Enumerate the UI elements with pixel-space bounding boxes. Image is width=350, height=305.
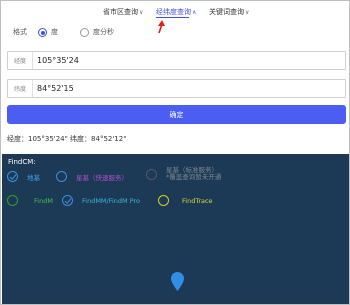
latitude-field: 纬度: [7, 79, 346, 98]
option-ground-based[interactable]: 地基: [7, 171, 40, 182]
tab-keyword-query-label: 关键词查询: [209, 8, 244, 16]
longitude-label: 经度: [8, 52, 33, 69]
longitude-field: 经度: [7, 51, 346, 70]
tab-coordinate-query[interactable]: 经纬度查询 ∧: [156, 7, 196, 17]
confirm-button[interactable]: 确定: [7, 105, 346, 124]
findcm-title: FindCM:: [8, 158, 36, 166]
app-frame: 省市区查询 ∨ 经纬度查询 ∧ 关键词查询 ∨ 格式 度 度分秒 经度 纬度 确…: [0, 0, 350, 305]
option-satellite-standard-line2: *覆盖查询暂未开通: [166, 173, 222, 181]
option-findtrace[interactable]: FindTrace: [158, 195, 213, 206]
tab-coordinate-query-label: 经纬度查询: [156, 8, 191, 16]
tab-region-query-label: 省市区查询: [103, 8, 138, 16]
annotation-arrow-icon: [158, 20, 165, 34]
option-ground-based-label: 地基: [27, 173, 40, 182]
option-findm[interactable]: FindM: [7, 195, 53, 206]
option-satellite-fast[interactable]: 星基（快速服务）: [56, 171, 128, 182]
option-satellite-fast-label: 星基（快速服务）: [76, 173, 128, 182]
map-pin-icon[interactable]: [171, 272, 184, 291]
option-findtrace-label: FindTrace: [182, 196, 213, 205]
tab-region-query[interactable]: 省市区查询 ∨: [103, 7, 143, 17]
chevron-up-icon: ∧: [192, 8, 197, 16]
latitude-label: 纬度: [8, 80, 33, 97]
checkbox-findtrace[interactable]: [158, 195, 169, 206]
chevron-down-icon: ∨: [245, 8, 250, 16]
option-findmm[interactable]: FindMM/FindM Pro: [62, 195, 140, 206]
option-findm-label: FindM: [34, 196, 53, 205]
checkbox-satellite-standard: [146, 168, 157, 180]
tab-keyword-query[interactable]: 关键词查询 ∨: [209, 7, 249, 17]
coverage-map[interactable]: FindCM: 地基 星基（快速服务） 星基（标准服务） *覆盖查询暂未开通 F…: [2, 154, 349, 304]
option-findmm-label: FindMM/FindM Pro: [82, 196, 141, 205]
checkmark-icon: [9, 173, 16, 180]
tab-bar: 省市区查询 ∨ 经纬度查询 ∧ 关键词查询 ∨: [1, 7, 349, 21]
format-degree-label: 度: [51, 28, 58, 36]
checkbox-findm[interactable]: [7, 195, 18, 206]
chevron-down-icon: ∨: [139, 8, 144, 16]
format-label: 格式: [13, 28, 27, 36]
option-satellite-standard: 星基（标准服务） *覆盖查询暂未开通: [146, 167, 221, 181]
latitude-input[interactable]: [37, 81, 337, 96]
format-degree-radio[interactable]: [38, 27, 47, 37]
result-text: 经度：105°35'24" 纬度：84°52'12": [7, 135, 127, 143]
longitude-input[interactable]: [37, 53, 337, 68]
checkbox-findmm[interactable]: [62, 195, 73, 206]
checkbox-satellite-fast[interactable]: [56, 171, 67, 182]
option-satellite-standard-label: 星基（标准服务） *覆盖查询暂未开通: [166, 167, 221, 181]
format-dms-label: 度分秒: [93, 28, 114, 36]
format-row: 格式 度 度分秒: [13, 25, 114, 39]
format-dms-radio[interactable]: [80, 27, 89, 37]
checkbox-ground-based[interactable]: [7, 171, 18, 182]
checkmark-icon: [64, 197, 71, 204]
